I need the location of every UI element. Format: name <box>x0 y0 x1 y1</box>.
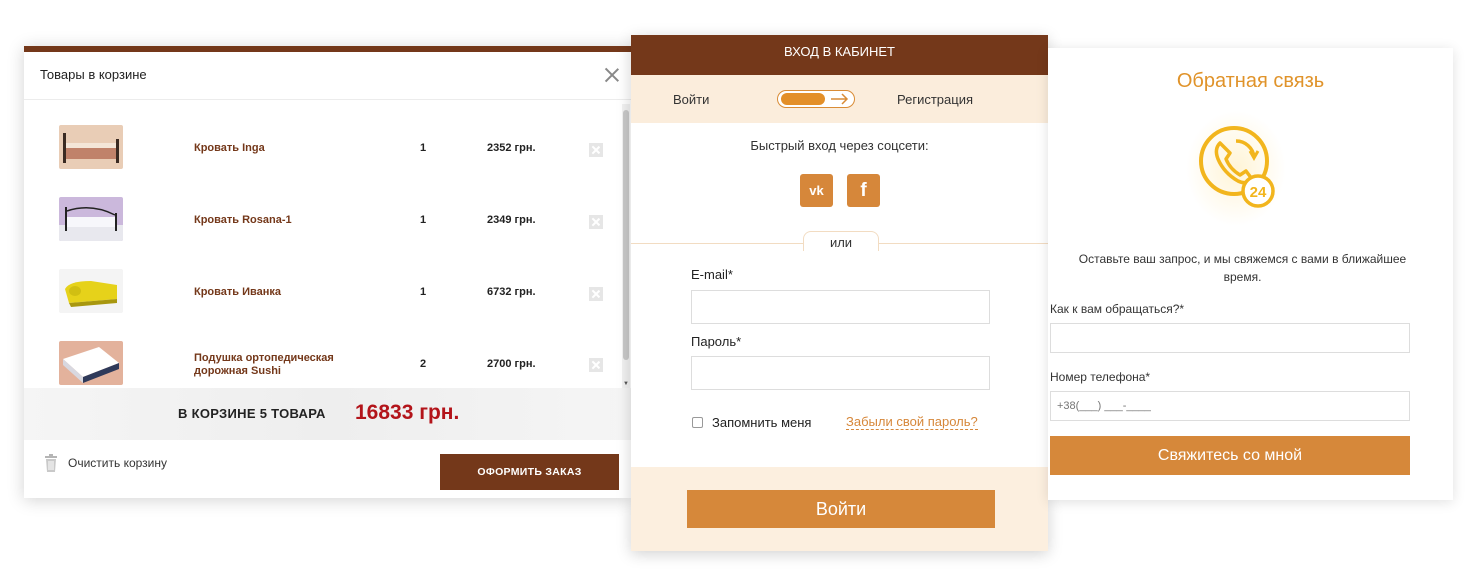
scroll-down-icon[interactable]: ▼ <box>622 380 630 388</box>
toggle-knob <box>781 93 825 105</box>
feedback-title: Обратная связь <box>1176 70 1325 92</box>
clear-cart-label: Очистить корзину <box>68 456 167 470</box>
vk-icon: vk <box>809 183 824 198</box>
contact-me-button[interactable]: Свяжитесь со мной <box>1050 436 1410 475</box>
facebook-icon: f <box>860 180 867 201</box>
product-price: 6732 грн. <box>487 286 536 298</box>
phone-field[interactable] <box>1050 391 1410 421</box>
remember-checkbox[interactable] <box>692 417 703 428</box>
feedback-panel: Обратная связь 24 Оставьте ваш запрос, и… <box>1048 48 1453 500</box>
email-field[interactable] <box>691 290 990 324</box>
or-label: или <box>829 235 853 250</box>
vk-login-button[interactable]: vk <box>800 174 833 207</box>
product-quantity: 2 <box>420 358 427 370</box>
scroll-thumb[interactable] <box>623 110 629 360</box>
product-price: 2349 грн. <box>487 214 536 226</box>
forgot-password-link[interactable]: Забыли свой пароль? <box>846 414 978 430</box>
tab-register[interactable]: Регистрация <box>897 92 973 107</box>
login-register-toggle[interactable] <box>777 90 855 108</box>
product-name-link[interactable]: Кровать Иванка <box>194 286 384 299</box>
trash-icon <box>45 454 57 472</box>
cart-row: Кровать Rosana-1 1 2349 грн. <box>24 192 622 264</box>
login-panel: ВХОД В КАБИНЕТ Войти Регистрация Быстрый… <box>631 35 1048 551</box>
cart-total-bar: В КОРЗИНЕ 5 ТОВАРА 16833 грн. <box>24 388 631 440</box>
product-thumbnail[interactable] <box>59 341 123 385</box>
cart-panel: Товары в корзине Кровать Inga 1 2352 грн… <box>24 46 631 498</box>
cart-scrollbar[interactable]: ▼ <box>622 104 630 388</box>
email-label: E-mail* <box>691 267 733 282</box>
remove-item-icon[interactable] <box>589 215 603 229</box>
product-quantity: 1 <box>420 142 427 154</box>
cart-row: Кровать Inga 1 2352 грн. <box>24 120 622 192</box>
or-tab: или <box>803 231 879 251</box>
product-thumbnail[interactable] <box>59 125 123 169</box>
product-thumbnail[interactable] <box>59 197 123 241</box>
remove-item-icon[interactable] <box>589 143 603 157</box>
cart-row: Подушка ортопедическая дорожная Sushi 2 … <box>24 336 622 388</box>
login-footer: Войти <box>631 467 1048 551</box>
login-submit-button[interactable]: Войти <box>687 490 995 528</box>
tab-login[interactable]: Войти <box>673 92 709 107</box>
phone-label: Номер телефона* <box>1050 370 1151 384</box>
remember-label: Запомнить меня <box>712 415 812 430</box>
login-header: ВХОД В КАБИНЕТ <box>631 35 1048 75</box>
cart-header: Товары в корзине <box>24 52 631 100</box>
login-register-switch: Войти Регистрация <box>631 75 1048 123</box>
cart-total-sum: 16833 грн. <box>355 401 460 424</box>
phone-24-icon: 24 <box>1186 111 1286 226</box>
product-name-link[interactable]: Подушка ортопедическая дорожная Sushi <box>194 352 384 378</box>
cart-title: Товары в корзине <box>40 67 147 82</box>
cart-row: Кровать Иванка 1 6732 грн. <box>24 264 622 336</box>
checkout-button[interactable]: ОФОРМИТЬ ЗАКАЗ <box>440 454 619 490</box>
close-icon[interactable] <box>603 66 621 84</box>
remove-item-icon[interactable] <box>589 358 603 372</box>
product-thumbnail[interactable] <box>59 269 123 313</box>
password-field[interactable] <box>691 356 990 390</box>
arrow-right-icon <box>831 93 849 105</box>
badge-24: 24 <box>1250 184 1267 201</box>
product-name-link[interactable]: Кровать Inga <box>194 142 384 155</box>
name-field[interactable] <box>1050 323 1410 353</box>
cart-total-label: В КОРЗИНЕ 5 ТОВАРА <box>178 406 326 421</box>
product-name-link[interactable]: Кровать Rosana-1 <box>194 214 384 227</box>
social-login-title: Быстрый вход через соцсети: <box>750 138 929 153</box>
cart-item-list: Кровать Inga 1 2352 грн. Кровать Rosana-… <box>24 102 622 388</box>
feedback-description: Оставьте ваш запрос, и мы свяжемся с вам… <box>1078 252 1407 284</box>
facebook-login-button[interactable]: f <box>847 174 880 207</box>
product-price: 2700 грн. <box>487 358 536 370</box>
password-label: Пароль* <box>691 334 742 349</box>
product-price: 2352 грн. <box>487 142 536 154</box>
product-quantity: 1 <box>420 214 427 226</box>
remove-item-icon[interactable] <box>589 287 603 301</box>
name-label: Как к вам обращаться?* <box>1050 302 1185 316</box>
product-quantity: 1 <box>420 286 427 298</box>
